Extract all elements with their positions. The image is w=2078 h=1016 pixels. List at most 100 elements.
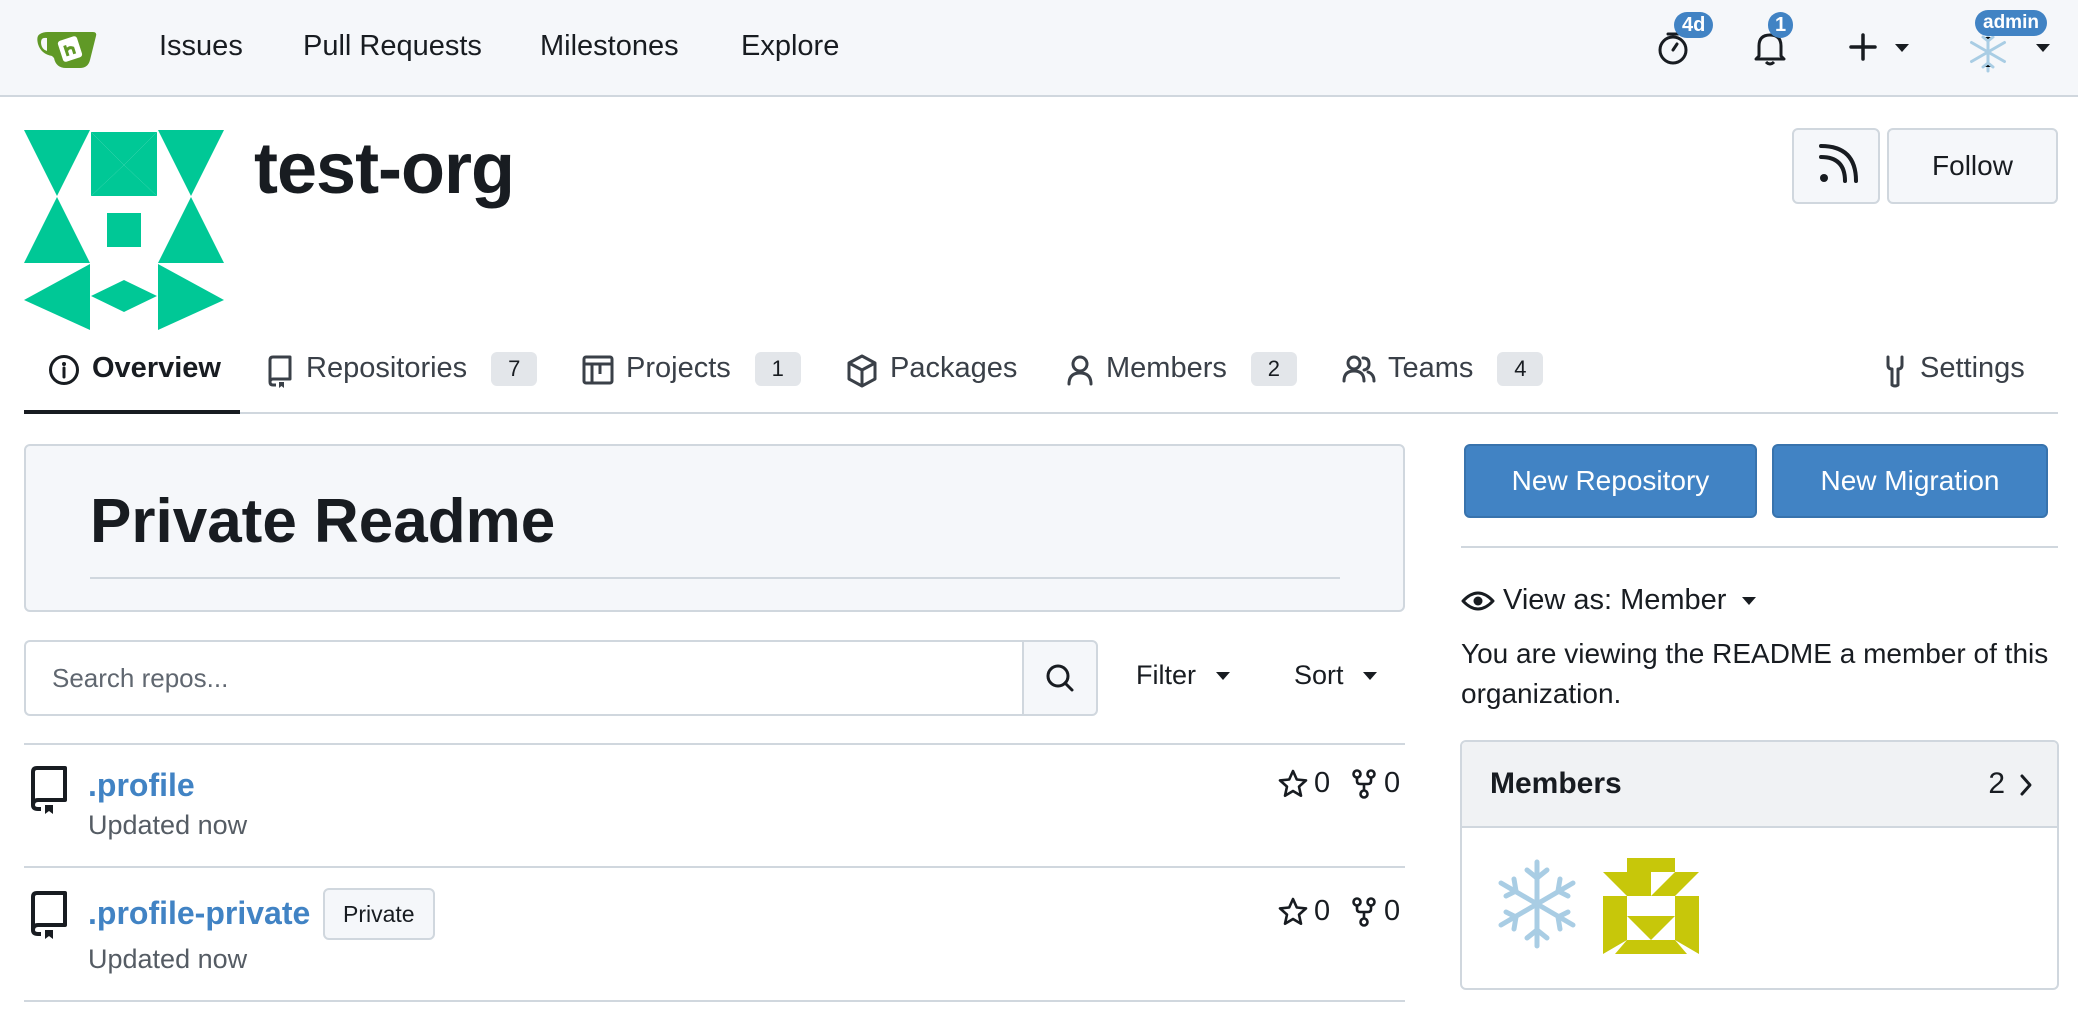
- repo-forks[interactable]: 0: [1350, 767, 1400, 800]
- follow-button[interactable]: Follow: [1887, 128, 2058, 204]
- create-dropdown-caret-icon[interactable]: [1895, 44, 1909, 52]
- snowflake-avatar-icon: [1970, 31, 2006, 73]
- tools-icon: [1882, 354, 1908, 388]
- repo-list-divider: [24, 743, 1405, 745]
- repo-updated-text: Updated now: [88, 810, 248, 840]
- org-tabs: Overview Repositories 7 Projects 1 Packa…: [24, 336, 2058, 414]
- stopwatch-badge: 4d: [1674, 12, 1714, 38]
- filter-dropdown[interactable]: Filter: [1136, 660, 1230, 691]
- tab-repositories-label: Repositories: [306, 352, 468, 384]
- repo-link[interactable]: .profile: [88, 767, 195, 804]
- view-as-dropdown[interactable]: View as: Member: [1461, 584, 1757, 617]
- eye-icon: [1461, 591, 1495, 610]
- user-avatar[interactable]: [1966, 30, 2010, 74]
- tab-overview-label: Overview: [92, 352, 221, 384]
- repo-link[interactable]: .profile-private: [88, 895, 310, 932]
- nav-milestones-link[interactable]: Milestones: [540, 30, 679, 63]
- search-icon: [1046, 664, 1074, 692]
- plus-icon: [1849, 33, 1877, 61]
- private-badge: Private: [323, 888, 435, 940]
- user-dropdown-caret-icon[interactable]: [2036, 44, 2050, 52]
- package-icon: [846, 354, 878, 388]
- tab-repositories-count: 7: [491, 352, 538, 386]
- fork-icon: [1352, 896, 1376, 927]
- repo-forks[interactable]: 0: [1350, 895, 1400, 928]
- view-as-value: Member: [1620, 584, 1727, 616]
- org-name-heading: test-org: [254, 129, 515, 209]
- view-as-caret-icon: [1742, 596, 1757, 605]
- view-as-prefix: View as:: [1503, 584, 1613, 616]
- repo-forks-count: 0: [1384, 895, 1401, 927]
- sidebar-divider: [1461, 546, 2058, 548]
- tab-teams-label: Teams: [1388, 352, 1474, 384]
- tab-packages-label: Packages: [890, 352, 1018, 384]
- repo-search-box: [24, 640, 1024, 716]
- tab-projects[interactable]: Projects 1: [582, 336, 801, 414]
- user-admin-badge: admin: [1975, 10, 2047, 36]
- tab-teams-count: 4: [1497, 352, 1544, 386]
- repo-updated-text: Updated now: [88, 944, 248, 974]
- top-navbar: Issues Pull Requests Milestones Explore …: [0, 0, 2078, 97]
- notifications-badge: 1: [1768, 12, 1794, 38]
- tab-projects-count: 1: [754, 352, 801, 386]
- tab-settings-label: Settings: [1920, 352, 2025, 384]
- members-title: Members: [1490, 767, 1622, 800]
- repo-search-input[interactable]: [26, 642, 1024, 714]
- snowflake-avatar-icon: [1498, 859, 1576, 949]
- tab-members-count: 2: [1250, 352, 1297, 386]
- tab-members-label: Members: [1106, 352, 1227, 384]
- repo-icon: [266, 354, 294, 388]
- gitea-logo-icon[interactable]: [36, 24, 98, 70]
- org-avatar: [24, 130, 224, 330]
- rss-icon: [1819, 144, 1858, 183]
- readme-divider: [90, 577, 1340, 579]
- repo-stars-count: 0: [1314, 767, 1331, 799]
- star-icon: [1278, 897, 1308, 925]
- repo-stars[interactable]: 0: [1278, 895, 1330, 928]
- members-count: 2: [1988, 767, 2005, 800]
- member-identicon-icon: [1603, 858, 1699, 954]
- new-repository-button[interactable]: New Repository: [1464, 444, 1757, 518]
- fork-icon: [1352, 768, 1376, 799]
- org-identicon-icon: [24, 130, 224, 330]
- nav-issues-link[interactable]: Issues: [159, 30, 243, 63]
- sort-caret-icon: [1363, 672, 1378, 680]
- repo-forks-count: 0: [1384, 767, 1401, 799]
- repo-stars[interactable]: 0: [1278, 767, 1330, 800]
- people-icon: [1342, 354, 1376, 384]
- repo-icon: [28, 764, 70, 814]
- info-icon: [48, 354, 80, 386]
- tab-packages[interactable]: Packages: [846, 336, 1017, 414]
- readme-panel: Private Readme: [24, 444, 1405, 612]
- tab-overview[interactable]: Overview: [24, 336, 240, 414]
- repo-stars-count: 0: [1314, 895, 1331, 927]
- create-new-button[interactable]: [1848, 32, 1878, 62]
- project-icon: [582, 354, 614, 386]
- repo-icon: [28, 889, 70, 939]
- filter-label: Filter: [1136, 660, 1196, 690]
- readme-title: Private Readme: [90, 487, 556, 556]
- sort-label: Sort: [1294, 660, 1344, 690]
- new-migration-button[interactable]: New Migration: [1772, 444, 2048, 518]
- filter-caret-icon: [1215, 672, 1230, 680]
- view-as-description: You are viewing the README a member of t…: [1461, 638, 2049, 709]
- chevron-right-icon: [2020, 774, 2032, 796]
- member-avatar-user[interactable]: [1603, 858, 1699, 954]
- tab-teams[interactable]: Teams 4: [1342, 336, 1544, 414]
- repo-list-divider: [24, 1000, 1405, 1002]
- nav-explore-link[interactable]: Explore: [741, 30, 839, 63]
- repo-list-divider: [24, 866, 1405, 868]
- person-icon: [1066, 354, 1094, 386]
- members-card-header[interactable]: Members 2: [1462, 742, 2057, 828]
- nav-pull-requests-link[interactable]: Pull Requests: [303, 30, 482, 63]
- tab-repositories[interactable]: Repositories 7: [266, 336, 538, 414]
- star-icon: [1278, 769, 1308, 797]
- rss-feed-button[interactable]: [1792, 128, 1880, 204]
- tab-projects-label: Projects: [626, 352, 731, 384]
- tab-settings[interactable]: Settings: [1882, 336, 2025, 414]
- tab-members[interactable]: Members 2: [1066, 336, 1297, 414]
- members-card: Members 2: [1460, 740, 2059, 990]
- repo-search-button[interactable]: [1022, 640, 1098, 716]
- member-avatar-admin[interactable]: [1494, 856, 1580, 952]
- sort-dropdown[interactable]: Sort: [1294, 660, 1378, 691]
